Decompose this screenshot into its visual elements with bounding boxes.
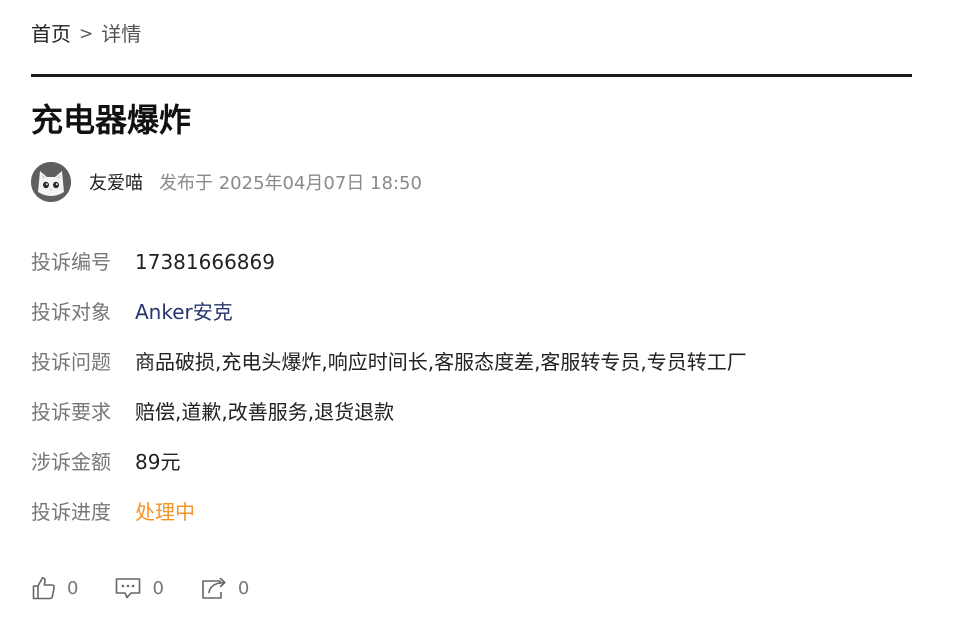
comment-icon [116,578,141,599]
complaint-progress-status: 处理中 [135,500,195,524]
complaint-info-list: 投诉编号 17381666869 投诉对象 Anker安克 投诉问题 商品破损,… [31,237,747,537]
header-divider [31,74,912,77]
complaint-issues-row: 投诉问题 商品破损,充电头爆炸,响应时间长,客服态度差,客服转专员,专员转工厂 [31,337,747,387]
page-title: 充电器爆炸 [31,101,192,139]
complaint-progress-row: 投诉进度 处理中 [31,487,747,537]
avatar[interactable] [31,162,71,202]
share-button[interactable]: 0 [200,575,249,601]
like-count: 0 [67,577,79,599]
cat-avatar-icon [31,162,71,202]
complaint-target-link[interactable]: Anker安克 [135,299,233,325]
author-name[interactable]: 友爱喵 [89,169,143,195]
complaint-amount-label: 涉诉金额 [31,450,111,474]
complaint-issues-label: 投诉问题 [31,350,111,374]
complaint-amount-value: 89元 [135,450,181,474]
breadcrumb-current: 详情 [101,22,142,46]
complaint-issues-value: 商品破损,充电头爆炸,响应时间长,客服态度差,客服转专员,专员转工厂 [135,350,747,374]
complaint-demands-label: 投诉要求 [31,400,111,424]
author-row: 友爱喵 发布于 2025年04月07日 18:50 [31,161,422,203]
breadcrumb-home-link[interactable]: 首页 [31,20,71,48]
share-count: 0 [237,577,250,599]
action-bar: 0 0 0 [31,573,285,603]
complaint-target-row: 投诉对象 Anker安克 [31,287,747,337]
complaint-progress-label: 投诉进度 [31,500,111,524]
comment-count: 0 [152,577,164,599]
breadcrumb-separator: > [79,24,94,44]
like-button[interactable]: 0 [31,575,78,601]
complaint-number-row: 投诉编号 17381666869 [31,237,747,287]
complaint-demands-value: 赔偿,道歉,改善服务,退货退款 [135,400,395,424]
comment-button[interactable]: 0 [114,575,164,601]
complaint-demands-row: 投诉要求 赔偿,道歉,改善服务,退货退款 [31,387,747,437]
complaint-amount-row: 涉诉金额 89元 [31,437,747,487]
complaint-number-value: 17381666869 [135,250,275,274]
publish-time: 发布于 2025年04月07日 18:50 [159,173,422,194]
thumbs-up-icon [32,577,55,600]
share-icon [202,577,226,599]
complaint-number-label: 投诉编号 [31,250,111,274]
breadcrumb: 首页 > 详情 [31,20,141,48]
complaint-target-label: 投诉对象 [31,300,111,324]
